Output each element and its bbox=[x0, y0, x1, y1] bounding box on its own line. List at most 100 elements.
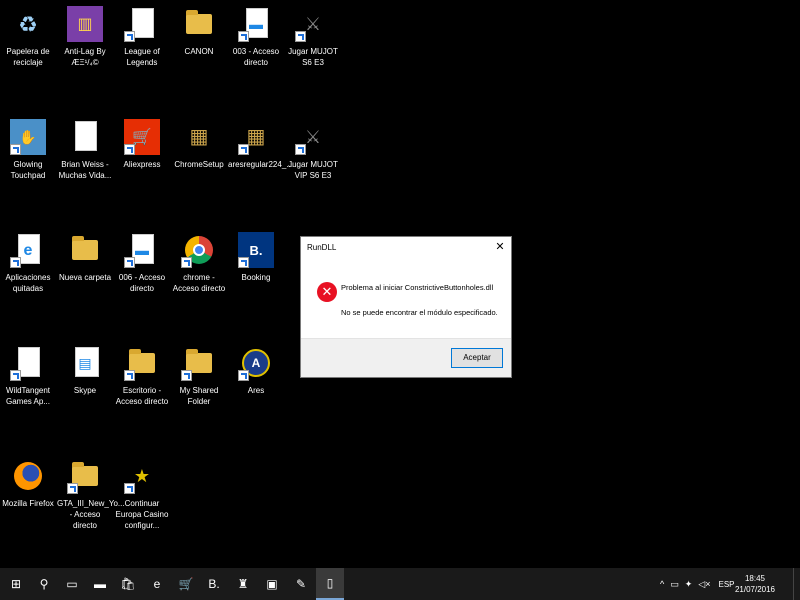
desktop-icon-label: ChromeSetup bbox=[174, 160, 224, 169]
shortcut-arrow-icon bbox=[181, 370, 192, 381]
desktop-icon[interactable]: ▬ 006 - Acceso directo bbox=[114, 232, 170, 294]
desktop-icon-label: Jugar MUJOT S6 E3 bbox=[288, 47, 338, 67]
shared-folder-icon bbox=[181, 345, 217, 381]
archive-icon: ▥ bbox=[67, 6, 103, 42]
desktop-icon[interactable]: ▦ ChromeSetup bbox=[171, 119, 227, 170]
volume-muted-icon[interactable]: ◁× bbox=[698, 579, 710, 590]
desktop-icon[interactable]: Brian Weiss - Muchas Vida... bbox=[57, 119, 113, 181]
shortcut-arrow-icon bbox=[295, 31, 306, 42]
desktop-icon[interactable]: Nueva carpeta bbox=[57, 232, 113, 283]
booking-icon: B. bbox=[238, 232, 274, 268]
shortcut-arrow-icon bbox=[124, 31, 135, 42]
system-tray: ^ ▭ ✦ ◁× ESP bbox=[660, 568, 735, 600]
desktop-icon[interactable]: My Shared Folder bbox=[171, 345, 227, 407]
show-desktop-button[interactable] bbox=[793, 568, 800, 600]
desktop-icon[interactable]: e Aplicaciones quitadas bbox=[0, 232, 56, 294]
pdf-icon bbox=[67, 119, 103, 155]
edge-icon[interactable]: e bbox=[143, 568, 171, 600]
desktop-icon[interactable]: Escritorio - Acceso directo bbox=[114, 345, 170, 407]
chrome-icon bbox=[181, 232, 217, 268]
desktop-icon-label: 003 - Acceso directo bbox=[232, 47, 280, 67]
desktop-icon[interactable]: ⚔ Jugar MUJOT VIP S6 E3 bbox=[285, 119, 341, 181]
shortcut-arrow-icon bbox=[124, 370, 135, 381]
installer-icon: ▦ bbox=[189, 125, 209, 148]
desktop-icon[interactable]: ★ Continuar Europa Casino configur... bbox=[114, 458, 170, 531]
desktop-icon[interactable]: ♻ Papelera de reciclaje bbox=[0, 6, 56, 68]
shortcut-arrow-icon bbox=[124, 483, 135, 494]
clock[interactable]: 18:45 21/07/2016 bbox=[732, 573, 778, 595]
desktop-icon-label: Mozilla Firefox bbox=[2, 499, 54, 508]
desktop-icon[interactable]: 🛒 Aliexpress bbox=[114, 119, 170, 170]
store-icon[interactable]: 🛍 bbox=[114, 568, 142, 600]
shortcut-arrow-icon bbox=[181, 257, 192, 268]
booking-icon[interactable]: B. bbox=[200, 568, 228, 600]
rundll-error-dialog: RunDLL ✕ ✕ Problema al iniciar Constrict… bbox=[300, 236, 512, 378]
dialog-footer: Aceptar bbox=[301, 338, 511, 377]
notepad-icon[interactable]: ▯ bbox=[316, 568, 344, 600]
dialog-message-primary: Problema al iniciar ConstrictiveButtonho… bbox=[341, 283, 494, 292]
close-icon[interactable]: ✕ bbox=[493, 240, 507, 254]
shortcut-arrow-icon bbox=[238, 144, 249, 155]
desktop-icon[interactable]: ⚔ Jugar MUJOT S6 E3 bbox=[285, 6, 341, 68]
search-icon[interactable]: ⚲ bbox=[30, 568, 58, 600]
desktop-icon-label: WildTangent Games Ap... bbox=[5, 386, 51, 406]
desktop-icon[interactable]: ▥ Anti-Lag By ÆΞ¹/₄© bbox=[57, 6, 113, 68]
desktop-icon-label: My Shared Folder bbox=[179, 386, 219, 406]
shortcut-arrow-icon bbox=[124, 144, 135, 155]
desktop-icon[interactable]: ▦ aresregular224_... bbox=[228, 119, 293, 170]
dialog-message-secondary: No se puede encontrar el módulo especifi… bbox=[341, 308, 498, 317]
desktop-icon[interactable]: ✋ Glowing Touchpad bbox=[0, 119, 56, 181]
desktop-icon-label: Papelera de reciclaje bbox=[6, 47, 50, 67]
desktop-icon-label: League of Legends bbox=[124, 47, 160, 67]
desktop-icon[interactable]: Mozilla Firefox bbox=[0, 458, 56, 509]
desktop-icon[interactable]: GTA_III_New_Yo... - Acceso directo bbox=[57, 458, 125, 531]
desktop-icon[interactable]: B. Booking bbox=[228, 232, 284, 283]
taskbar: ⊞ ⚲ ▭ ▬ 🛍 e 🛒 B. ♜ ▣ ✎ ▯ ^ ▭ ✦ ◁× ESP 18:45 21/07… bbox=[0, 568, 800, 600]
video-file-icon: ▬ bbox=[238, 6, 274, 42]
file-explorer-icon[interactable]: ▬ bbox=[86, 568, 114, 600]
app-icon[interactable]: ▣ bbox=[258, 568, 286, 600]
desktop-icon[interactable]: ▤ Skype bbox=[57, 345, 113, 396]
game-shield-icon: ⚔ bbox=[295, 6, 331, 42]
desktop-icon-label: Anti-Lag By ÆΞ¹/₄© bbox=[64, 47, 106, 67]
clock-time: 18:45 bbox=[744, 574, 766, 583]
battery-icon[interactable]: ▭ bbox=[670, 579, 679, 590]
desktop-icon[interactable]: A Ares bbox=[228, 345, 284, 396]
desktop-icon-label: Ares bbox=[247, 386, 265, 395]
desktop-icon-label: Brian Weiss - Muchas Vida... bbox=[58, 160, 112, 180]
ares-icon: A bbox=[238, 345, 274, 381]
desktop-folder-icon bbox=[124, 345, 160, 381]
paint-icon[interactable]: ✎ bbox=[287, 568, 315, 600]
desktop-icon[interactable]: League of Legends bbox=[114, 6, 170, 68]
accept-button[interactable]: Aceptar bbox=[451, 348, 503, 368]
video-file-icon: ▬ bbox=[124, 232, 160, 268]
folder-icon bbox=[181, 6, 217, 42]
shortcut-arrow-icon bbox=[10, 370, 21, 381]
document-icon bbox=[124, 6, 160, 42]
desktop-icon[interactable]: chrome - Acceso directo bbox=[171, 232, 227, 294]
edge-icon: e bbox=[10, 232, 46, 268]
shortcut-arrow-icon bbox=[238, 370, 249, 381]
desktop-icon-label: Aplicaciones quitadas bbox=[5, 273, 51, 293]
aliexpress-icon[interactable]: 🛒 bbox=[172, 568, 200, 600]
shortcut-arrow-icon bbox=[238, 31, 249, 42]
shortcut-arrow-icon bbox=[10, 144, 21, 155]
desktop-icon[interactable]: WildTangent Games Ap... bbox=[0, 345, 56, 407]
network-icon[interactable]: ✦ bbox=[685, 579, 693, 590]
desktop-icon-label: 006 - Acceso directo bbox=[118, 273, 166, 293]
skype-window-icon: ▤ bbox=[67, 345, 103, 381]
folder-icon bbox=[67, 232, 103, 268]
desktop-icon-label: GTA_III_New_Yo... - Acceso directo bbox=[57, 499, 125, 530]
document-icon bbox=[10, 345, 46, 381]
start-button[interactable]: ⊞ bbox=[2, 568, 30, 600]
show-hidden-icons-chevron-icon[interactable]: ^ bbox=[660, 579, 664, 589]
task-view-icon[interactable]: ▭ bbox=[58, 568, 86, 600]
firefox-icon bbox=[10, 458, 46, 494]
casino-icon: ★ bbox=[124, 458, 160, 494]
game-icon[interactable]: ♜ bbox=[229, 568, 257, 600]
desktop-icon[interactable]: ▬ 003 - Acceso directo bbox=[228, 6, 284, 68]
desktop-icon-label: CANON bbox=[184, 47, 214, 56]
shortcut-arrow-icon bbox=[67, 483, 78, 494]
shortcut-arrow-icon bbox=[124, 257, 135, 268]
desktop-icon[interactable]: CANON bbox=[171, 6, 227, 57]
